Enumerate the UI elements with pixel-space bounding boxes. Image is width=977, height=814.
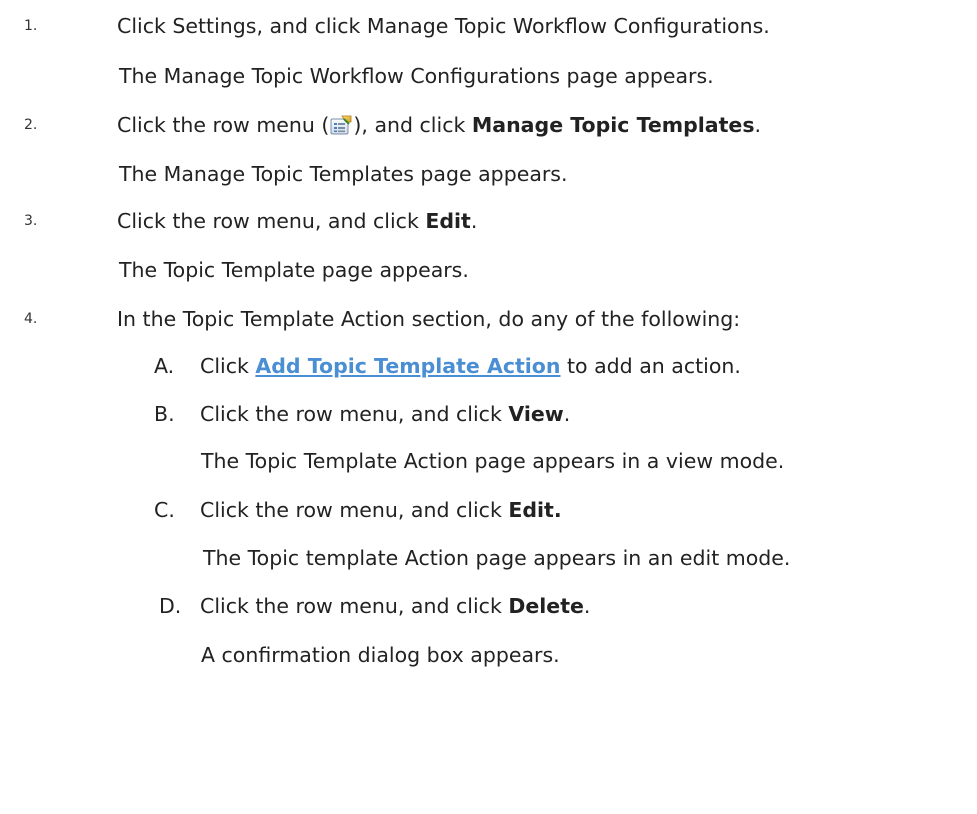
step-number: 2. [24,117,38,133]
menu-option-name: Manage Topic Templates [471,113,755,137]
substep-result: The Topic template Action page appears i… [203,546,791,570]
step-result: The Manage Topic Workflow Configurations… [119,64,714,88]
substep-letter: C. [154,498,175,522]
step-instruction: In the Topic Template Action section, do… [117,307,741,331]
step-number: 4. [24,311,38,327]
substep-instruction: Click the row menu, and click Edit. [200,498,562,522]
menu-option-name: View [508,402,564,426]
add-topic-template-action-link[interactable]: Add Topic Template Action [255,354,560,378]
step-instruction: Click Settings, and click Manage Topic W… [117,14,770,38]
substep-letter: D. [159,594,182,618]
step-result: The Topic Template page appears. [119,258,469,282]
menu-option-name: Delete [508,594,584,618]
step-number: 1. [24,18,38,34]
step-result: The Manage Topic Templates page appears. [119,162,568,186]
step-number: 3. [24,213,38,229]
substep-result: The Topic Template Action page appears i… [201,449,785,473]
step-instruction: Click the row menu (), and click Manage… [117,111,761,142]
menu-option-name: Edit. [508,498,562,522]
substep-result: A confirmation dialog box appears. [201,643,560,667]
substep-letter: A. [154,354,175,378]
substep-letter: B. [154,402,175,426]
menu-option-name: Edit [425,209,471,233]
step-instruction: Click the row menu, and click Edit. [117,209,478,233]
row-menu-icon [330,114,352,142]
substep-instruction: Click the row menu, and click Delete. [200,594,591,618]
substep-instruction: Click the row menu, and click View. [200,402,571,426]
substep-instruction: Click Add Topic Template Action to add a… [200,354,741,378]
